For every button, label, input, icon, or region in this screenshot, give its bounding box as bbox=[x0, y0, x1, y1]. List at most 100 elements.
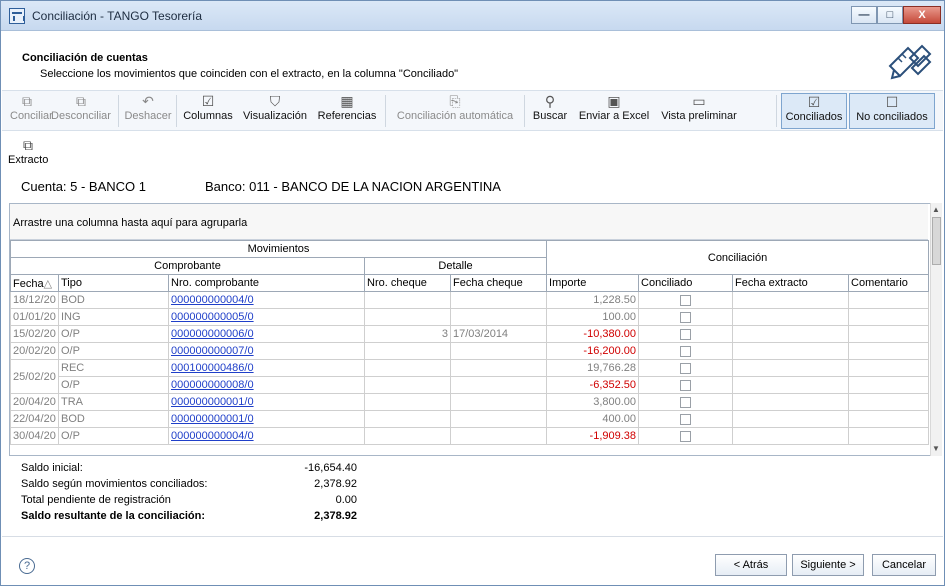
scroll-up-icon[interactable]: ▲ bbox=[932, 205, 941, 215]
cell-importe: 1,228.50 bbox=[546, 291, 640, 309]
cell-fecha-extracto[interactable] bbox=[732, 342, 850, 360]
table-row[interactable]: 20/04/20 TRA 000000000001/0 3,800.00 bbox=[10, 393, 930, 411]
cell-comentario[interactable] bbox=[848, 325, 930, 343]
comprobante-link[interactable]: 000000000005/0 bbox=[171, 311, 254, 323]
column-header-conciliado[interactable]: Conciliado bbox=[638, 274, 734, 292]
conciliado-checkbox[interactable] bbox=[680, 379, 692, 391]
cell-importe: 3,800.00 bbox=[546, 393, 640, 411]
conciliado-checkbox[interactable] bbox=[680, 396, 692, 408]
comprobante-link[interactable]: 000000000007/0 bbox=[171, 345, 254, 357]
column-header-comentario[interactable]: Comentario bbox=[848, 274, 930, 292]
table-row[interactable]: 25/02/20 REC 000100000486/0 19,766.28 bbox=[10, 359, 930, 394]
close-button[interactable]: X bbox=[903, 6, 941, 24]
column-header-fecha-cheque[interactable]: Fecha cheque bbox=[449, 274, 548, 292]
cell-fecha-extracto[interactable] bbox=[732, 427, 850, 445]
column-header-nro-comprobante[interactable]: Nro. comprobante bbox=[168, 274, 365, 292]
pendiente-row: Total pendiente de registración 0.00 bbox=[21, 494, 357, 506]
cell-importe: -6,352.50 bbox=[546, 376, 640, 394]
cell-nro-cheque bbox=[364, 359, 451, 377]
group-by-panel[interactable]: Arrastre una columna hasta aquí para agr… bbox=[10, 204, 928, 240]
cell-fecha-extracto[interactable] bbox=[732, 325, 850, 343]
comprobante-link[interactable]: 000000000004/0 bbox=[171, 294, 254, 306]
column-header-tipo[interactable]: Tipo bbox=[58, 274, 169, 292]
table-row[interactable]: 22/04/20 BOD 000000000001/0 400.00 bbox=[10, 410, 930, 428]
column-header-importe[interactable]: Importe bbox=[546, 274, 640, 292]
scroll-thumb[interactable] bbox=[932, 217, 941, 265]
table-row[interactable]: 30/04/20 O/P 000000000004/0 -1,909.38 bbox=[10, 427, 930, 445]
column-header-fecha-extracto[interactable]: Fecha extracto bbox=[732, 274, 850, 292]
conciliado-checkbox[interactable] bbox=[680, 345, 692, 357]
no-conciliados-toggle[interactable]: ☐ No conciliados bbox=[849, 93, 935, 129]
conciliado-checkbox[interactable] bbox=[680, 328, 692, 340]
cell-fecha-extracto[interactable] bbox=[732, 410, 850, 428]
cell-comentario[interactable] bbox=[848, 308, 930, 326]
visualizacion-button[interactable]: ⛉ Visualización bbox=[240, 93, 310, 129]
cell-comentario[interactable] bbox=[848, 376, 930, 394]
conciliados-toggle[interactable]: ☑ Conciliados bbox=[781, 93, 847, 129]
extracto-button[interactable]: ⧉ Extracto bbox=[8, 137, 48, 173]
conciliacion-automatica-button[interactable]: ⎘ Conciliación automática bbox=[390, 93, 520, 129]
cancelar-button[interactable]: Cancelar bbox=[872, 554, 936, 576]
table-row[interactable]: 15/02/20 O/P 000000000006/0 3 17/03/2014 -10,… bbox=[10, 325, 930, 343]
cell-importe: 19,766.28 bbox=[546, 359, 640, 377]
cell-comentario[interactable] bbox=[848, 427, 930, 445]
column-header-fecha[interactable]: Fecha△ bbox=[10, 274, 59, 292]
maximize-button[interactable]: □ bbox=[877, 6, 903, 24]
cell-fecha: 15/02/20 bbox=[10, 325, 59, 343]
comprobante-link[interactable]: 000100000486/0 bbox=[171, 362, 254, 374]
conciliado-checkbox[interactable] bbox=[680, 362, 692, 374]
conciliado-checkbox[interactable] bbox=[680, 294, 692, 306]
cell-nro-comprobante: 000000000008/0 bbox=[168, 376, 365, 394]
referencias-button[interactable]: ▦ Referencias bbox=[314, 93, 380, 129]
comprobante-link[interactable]: 000000000004/0 bbox=[171, 430, 254, 442]
cell-fecha-cheque: 17/03/2014 bbox=[449, 325, 548, 343]
cell-fecha-extracto[interactable] bbox=[732, 359, 850, 377]
cell-fecha-extracto[interactable] bbox=[732, 308, 850, 326]
buscar-button[interactable]: ⚲ Buscar bbox=[529, 93, 571, 129]
scroll-down-icon[interactable]: ▼ bbox=[932, 444, 941, 454]
toolbar-separator bbox=[118, 95, 119, 127]
table-row[interactable]: O/P 000000000008/0 -6,352.50 bbox=[11, 376, 930, 394]
conciliado-checkbox[interactable] bbox=[680, 430, 692, 442]
movements-body: 18/12/20 BOD 000000000004/0 1,228.50 01/01/2… bbox=[10, 291, 930, 445]
comprobante-link[interactable]: 000000000001/0 bbox=[171, 396, 254, 408]
siguiente-button[interactable]: Siguiente > bbox=[792, 554, 864, 576]
cell-comentario[interactable] bbox=[848, 359, 930, 377]
toolbar-separator bbox=[776, 95, 777, 127]
enviar-excel-button[interactable]: ▣ Enviar a Excel bbox=[576, 93, 652, 129]
cell-nro-cheque bbox=[364, 410, 451, 428]
table-row[interactable]: 18/12/20 BOD 000000000004/0 1,228.50 bbox=[10, 291, 930, 309]
grid-scrollbar[interactable]: ▲ ▼ bbox=[930, 203, 942, 456]
cell-tipo: BOD bbox=[58, 410, 169, 428]
help-icon[interactable]: ? bbox=[19, 558, 35, 574]
cell-comentario[interactable] bbox=[848, 342, 930, 360]
cell-fecha-extracto[interactable] bbox=[732, 376, 850, 394]
vista-preliminar-button[interactable]: ▭ Vista preliminar bbox=[656, 93, 742, 129]
table-row[interactable]: 01/01/20 ING 000000000005/0 100.00 bbox=[10, 308, 930, 326]
cell-comentario[interactable] bbox=[848, 410, 930, 428]
desconciliar-button[interactable]: ⧉ Desconciliar bbox=[48, 93, 114, 129]
columnas-button[interactable]: ☑ Columnas bbox=[182, 93, 234, 129]
cell-fecha-cheque bbox=[449, 427, 548, 445]
table-row[interactable]: 20/02/20 O/P 000000000007/0 -16,200.00 bbox=[10, 342, 930, 360]
minimize-button[interactable]: — bbox=[851, 6, 877, 24]
conciliado-checkbox[interactable] bbox=[680, 413, 692, 425]
filter-icon: ⛉ bbox=[269, 93, 281, 109]
cell-fecha-extracto[interactable] bbox=[732, 393, 850, 411]
comprobante-link[interactable]: 000000000008/0 bbox=[171, 379, 254, 391]
cell-importe: -10,380.00 bbox=[546, 325, 640, 343]
atras-button[interactable]: < Atrás bbox=[715, 554, 787, 576]
header-comprobante: Comprobante bbox=[10, 257, 365, 275]
conciliado-checkbox[interactable] bbox=[680, 311, 692, 323]
deshacer-button[interactable]: ↶ Deshacer bbox=[124, 93, 172, 129]
cell-nro-cheque bbox=[364, 308, 451, 326]
cell-fecha-extracto[interactable] bbox=[732, 291, 850, 309]
cell-nro-cheque bbox=[364, 427, 451, 445]
column-header-nro-cheque[interactable]: Nro. cheque bbox=[364, 274, 451, 292]
comprobante-link[interactable]: 000000000006/0 bbox=[171, 328, 254, 340]
saldo-inicial-row: Saldo inicial: -16,654.40 bbox=[21, 462, 357, 474]
cell-comentario[interactable] bbox=[848, 291, 930, 309]
cell-comentario[interactable] bbox=[848, 393, 930, 411]
comprobante-link[interactable]: 000000000001/0 bbox=[171, 413, 254, 425]
conciliar-button[interactable]: ⧉ Conciliar bbox=[10, 93, 53, 129]
